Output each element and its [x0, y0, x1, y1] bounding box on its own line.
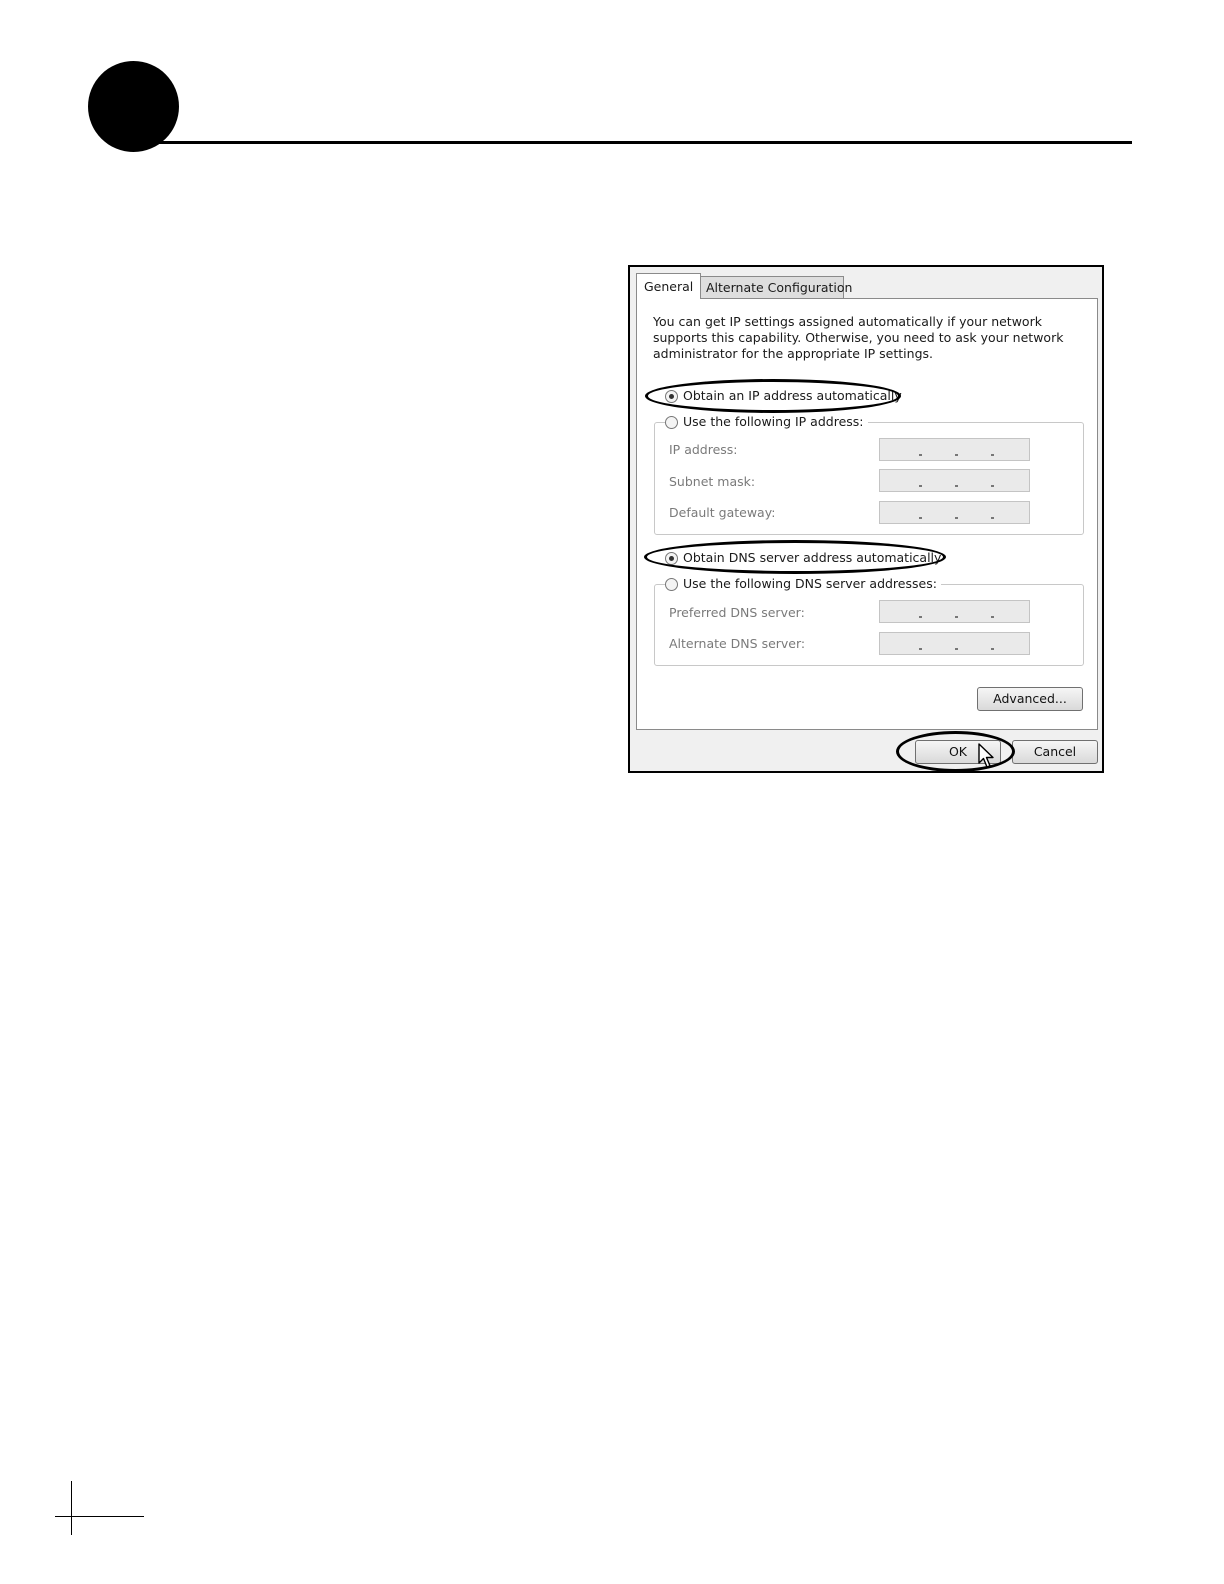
- use-following-dns-option[interactable]: Use the following DNS server addresses:: [665, 575, 941, 593]
- default-gateway-label: Default gateway:: [669, 505, 776, 520]
- ip-address-input[interactable]: [879, 438, 1030, 461]
- mouse-pointer-icon: [978, 743, 994, 768]
- tab-general[interactable]: General: [636, 273, 702, 299]
- use-following-dns-radio[interactable]: [665, 577, 678, 591]
- preferred-dns-label: Preferred DNS server:: [669, 605, 805, 620]
- obtain-dns-auto-radio[interactable]: [665, 551, 678, 565]
- obtain-ip-auto-radio[interactable]: [665, 389, 678, 403]
- ip-address-label: IP address:: [669, 442, 738, 457]
- use-following-ip-label: Use the following IP address:: [683, 414, 864, 429]
- obtain-ip-auto-option[interactable]: Obtain an IP address automatically: [665, 387, 906, 405]
- chapter-circle-marker: [88, 61, 179, 152]
- preferred-dns-input[interactable]: [879, 600, 1030, 623]
- crop-mark-horizontal: [55, 1516, 144, 1517]
- use-following-dns-label: Use the following DNS server addresses:: [683, 576, 937, 591]
- alternate-dns-input[interactable]: [879, 632, 1030, 655]
- intro-text: You can get IP settings assigned automat…: [653, 314, 1064, 361]
- obtain-ip-auto-label: Obtain an IP address automatically: [683, 388, 902, 403]
- cancel-button[interactable]: Cancel: [1012, 740, 1098, 764]
- subnet-mask-label: Subnet mask:: [669, 474, 756, 489]
- obtain-dns-auto-label: Obtain DNS server address automatically: [683, 550, 942, 565]
- crop-mark-vertical: [71, 1481, 72, 1535]
- general-panel: You can get IP settings assigned automat…: [636, 298, 1098, 730]
- tab-alternate-configuration[interactable]: Alternate Configuration: [698, 276, 852, 298]
- ip-properties-dialog: General Alternate Configuration You can …: [628, 265, 1104, 773]
- advanced-button[interactable]: Advanced...: [977, 687, 1083, 711]
- alternate-dns-label: Alternate DNS server:: [669, 636, 806, 651]
- subnet-mask-input[interactable]: [879, 469, 1030, 492]
- header-rule: [150, 141, 1132, 144]
- use-following-ip-option[interactable]: Use the following IP address:: [665, 413, 868, 431]
- use-following-ip-radio[interactable]: [665, 415, 678, 429]
- obtain-dns-auto-option[interactable]: Obtain DNS server address automatically: [665, 549, 946, 567]
- default-gateway-input[interactable]: [879, 501, 1030, 524]
